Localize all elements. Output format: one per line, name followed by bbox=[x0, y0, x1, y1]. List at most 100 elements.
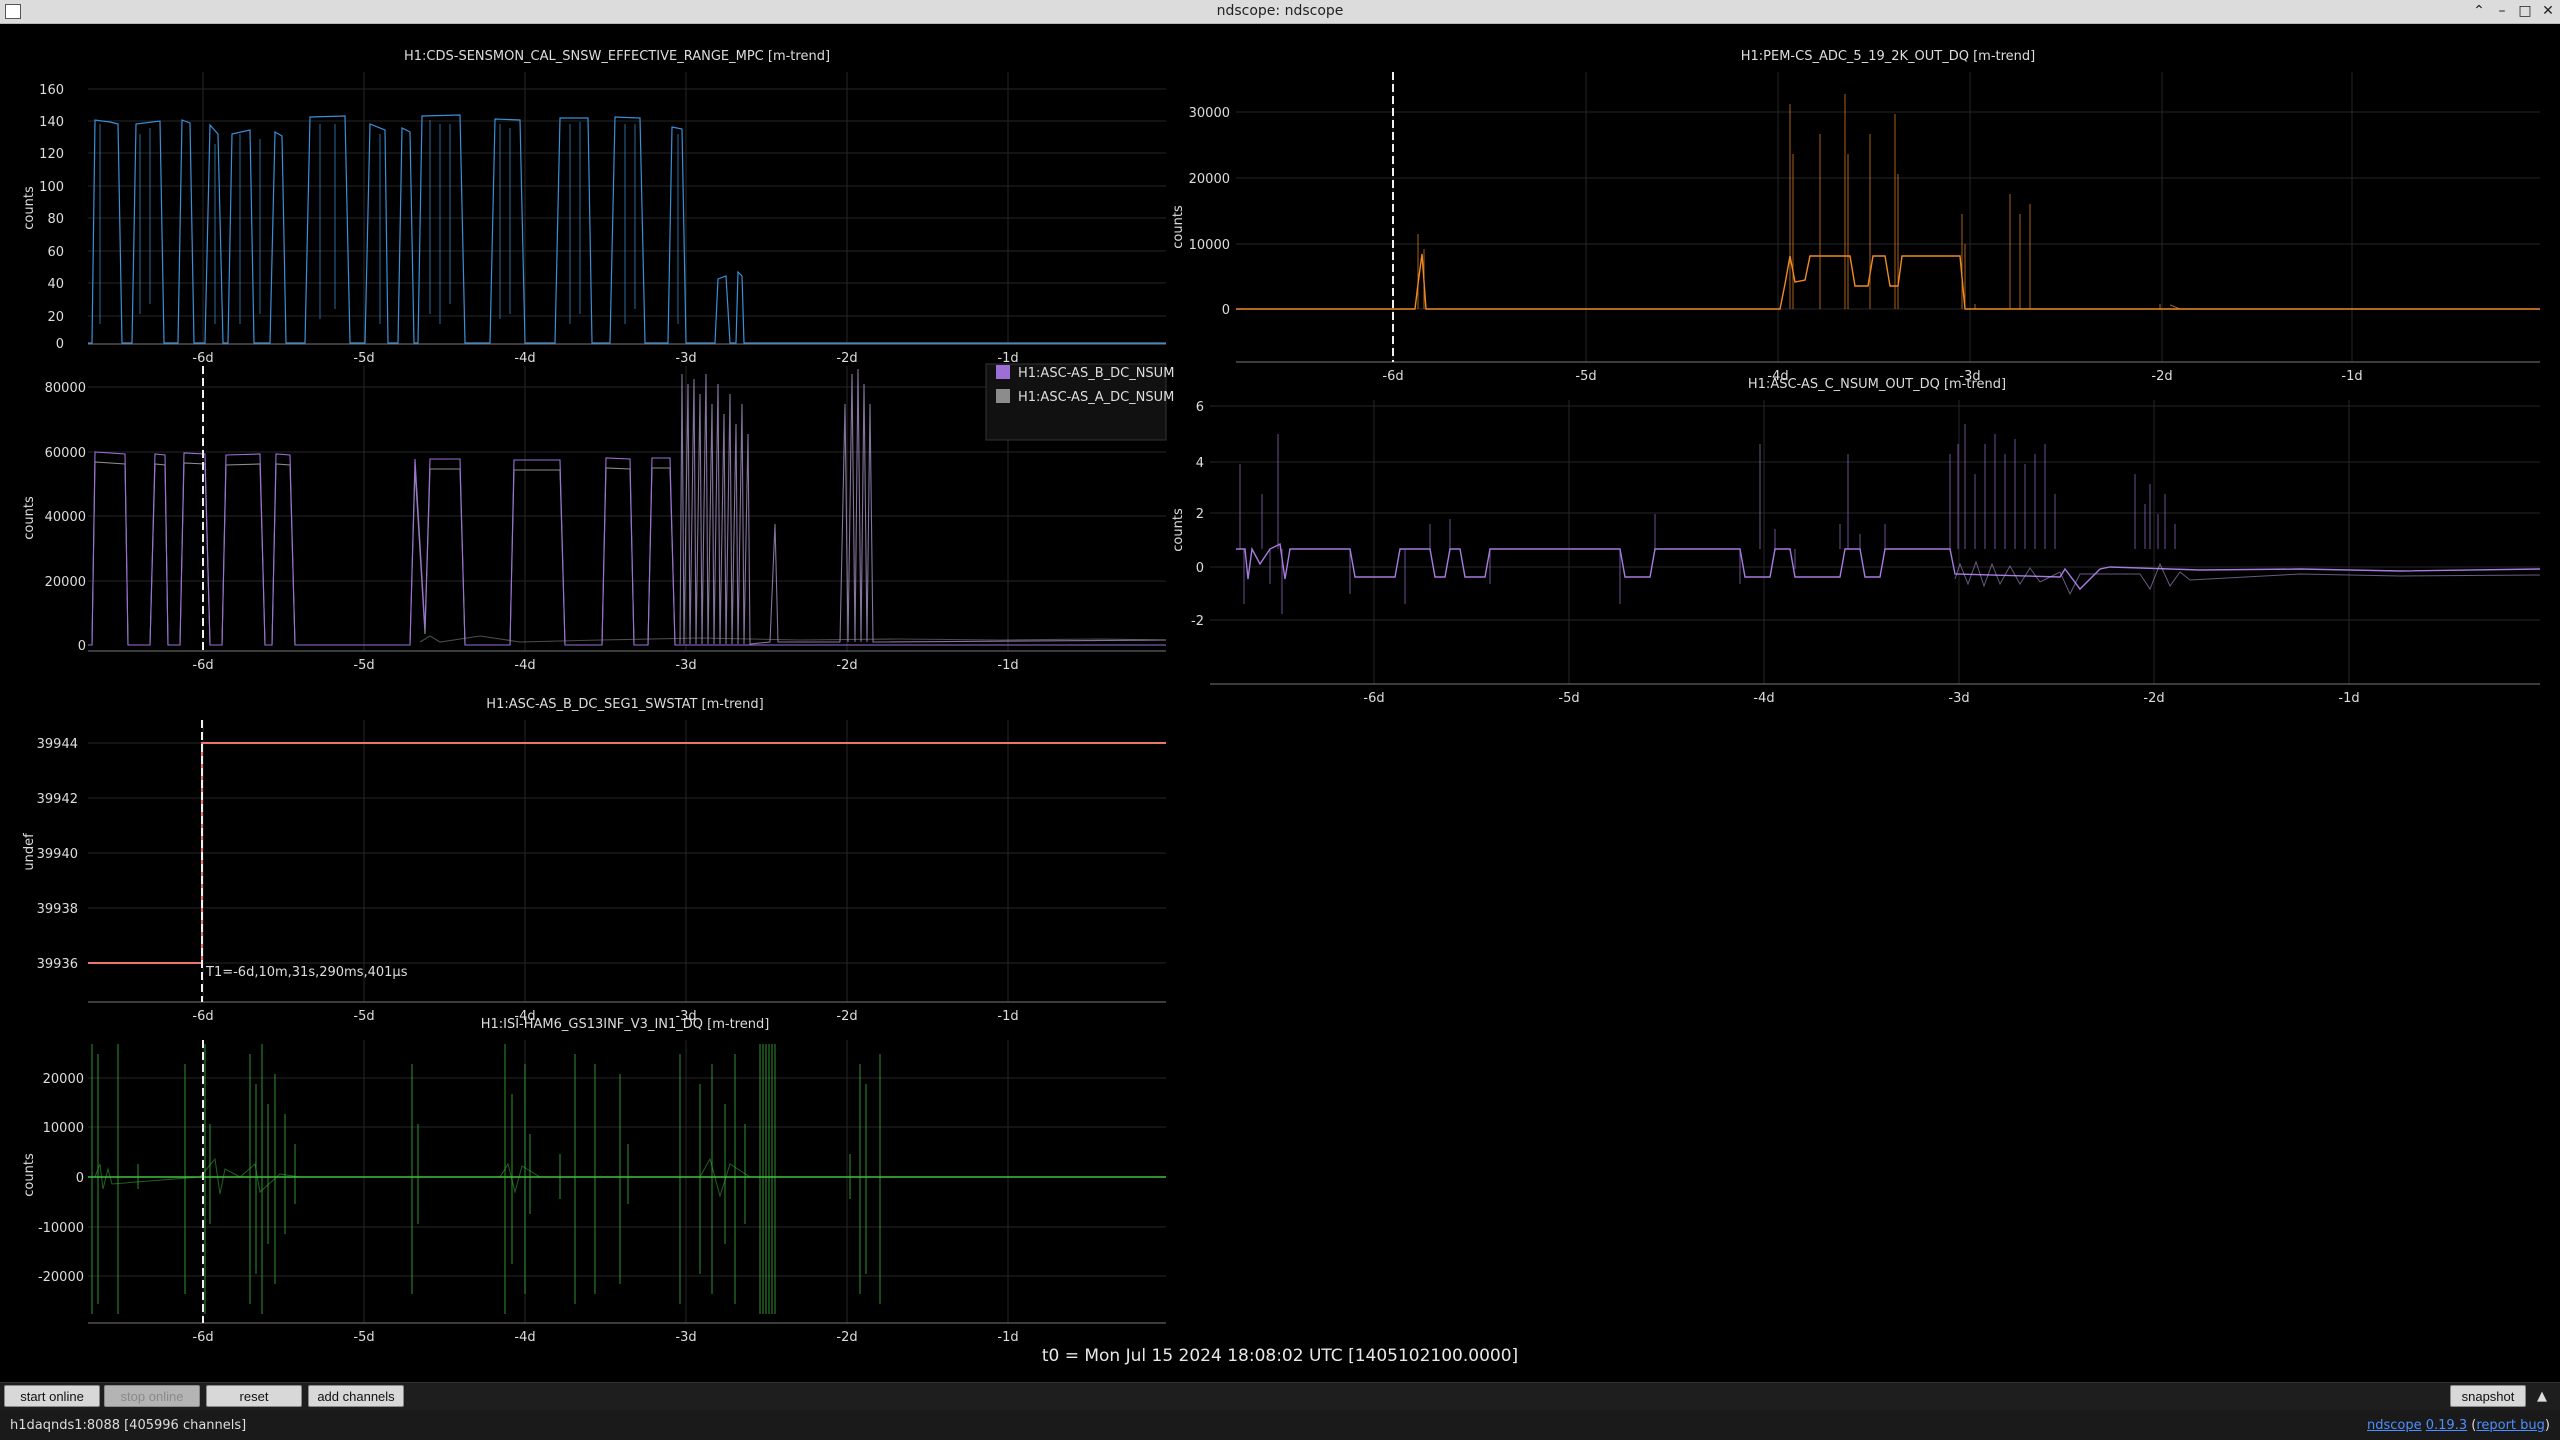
y-tick: 0 bbox=[56, 337, 64, 352]
reset-button[interactable]: reset bbox=[206, 1385, 302, 1407]
report-bug-link[interactable]: report bug bbox=[2476, 1418, 2545, 1433]
x-tick: -2d bbox=[2151, 369, 2172, 384]
x-tick: -5d bbox=[1575, 369, 1596, 384]
y-axis-label: undef bbox=[22, 833, 37, 871]
y-tick: 4 bbox=[1196, 456, 1204, 471]
cursor-t1-label: T1=-6d,10m,31s,290ms,401μs bbox=[205, 965, 408, 980]
x-tick: -1d bbox=[997, 1330, 1018, 1345]
plot-as-c-nsum[interactable]: H1:ASC-AS_C_NSUM_OUT_DQ [m-trend] counts… bbox=[1171, 377, 2540, 706]
y-tick: 80000 bbox=[45, 381, 86, 396]
y-tick: 80 bbox=[47, 212, 64, 227]
y-tick: 39938 bbox=[37, 902, 78, 917]
x-tick: -4d bbox=[1753, 691, 1774, 706]
x-tick: -2d bbox=[836, 1330, 857, 1345]
trace-effective-range bbox=[88, 114, 1166, 344]
plot-legend: H1:ASC-AS_B_DC_NSUM H1:ASC-AS_A_DC_NSUM bbox=[985, 363, 1174, 441]
window-up-icon[interactable]: ⌃ bbox=[2469, 1, 2489, 21]
x-tick: -1d bbox=[997, 1009, 1018, 1024]
x-tick: -3d bbox=[1948, 691, 1969, 706]
y-tick: 0 bbox=[78, 639, 86, 654]
legend-entry: H1:ASC-AS_B_DC_NSUM bbox=[1018, 366, 1174, 381]
stop-online-button[interactable]: stop online bbox=[104, 1385, 200, 1407]
y-tick: 20000 bbox=[1189, 172, 1230, 187]
expand-up-icon[interactable]: ▲ bbox=[2532, 1388, 2552, 1406]
y-tick: 6 bbox=[1196, 400, 1204, 415]
y-axis-label: counts bbox=[1171, 205, 1186, 249]
legend-entry: H1:ASC-AS_A_DC_NSUM bbox=[1018, 390, 1174, 405]
window-maximize-icon[interactable]: □ bbox=[2515, 1, 2535, 21]
y-tick: 20000 bbox=[43, 1072, 84, 1087]
x-tick: -6d bbox=[1382, 369, 1403, 384]
plot-as-dc-nsum[interactable]: counts 80000 60000 40000 20000 0 -6d -5d… bbox=[22, 363, 1174, 673]
start-online-button[interactable]: start online bbox=[4, 1385, 100, 1407]
y-tick: 40000 bbox=[45, 510, 86, 525]
x-tick: -6d bbox=[192, 1330, 213, 1345]
y-tick: 40 bbox=[47, 277, 64, 292]
window-titlebar: ndscope: ndscope ⌃ – □ ✕ bbox=[0, 0, 2560, 24]
y-tick: 140 bbox=[39, 115, 64, 130]
y-axis-label: counts bbox=[22, 496, 37, 540]
window-close-icon[interactable]: ✕ bbox=[2538, 1, 2558, 21]
x-tick: -2d bbox=[836, 1009, 857, 1024]
add-channels-button[interactable]: add channels bbox=[308, 1385, 404, 1407]
y-tick: 39942 bbox=[37, 792, 78, 807]
trace-isi-spikes bbox=[91, 1044, 881, 1314]
version-link[interactable]: 0.19.3 bbox=[2426, 1418, 2467, 1433]
y-axis-label: counts bbox=[1171, 508, 1186, 552]
status-bar: h1daqnds1:8088 [405996 channels] ndscope… bbox=[0, 1410, 2560, 1440]
y-axis-label: counts bbox=[22, 186, 37, 230]
cursor-t1[interactable] bbox=[201, 72, 1394, 1323]
window-minimize-icon[interactable]: – bbox=[2492, 1, 2512, 21]
plot-seg1-swstat[interactable]: H1:ASC-AS_B_DC_SEG1_SWSTAT [m-trend] und… bbox=[22, 697, 1166, 1024]
x-tick: -5d bbox=[353, 1330, 374, 1345]
plot-pem-adc[interactable]: H1:PEM-CS_ADC_5_19_2K_OUT_DQ [m-trend] c… bbox=[1171, 49, 2540, 384]
plot-title: H1:ISI-HAM6_GS13INF_V3_IN1_DQ [m-trend] bbox=[481, 1017, 770, 1032]
x-tick: -2d bbox=[2143, 691, 2164, 706]
y-tick: 2 bbox=[1196, 507, 1204, 522]
x-tick: -6d bbox=[192, 1009, 213, 1024]
x-tick: -3d bbox=[675, 1330, 696, 1345]
plot-area: H1:CDS-SENSMON_CAL_SNSW_EFFECTIVE_RANGE_… bbox=[0, 24, 2560, 1380]
y-tick: 0 bbox=[76, 1171, 84, 1186]
y-tick: 20000 bbox=[45, 575, 86, 590]
plot-effective-range[interactable]: H1:CDS-SENSMON_CAL_SNSW_EFFECTIVE_RANGE_… bbox=[22, 49, 1166, 366]
x-tick: -5d bbox=[1558, 691, 1579, 706]
y-tick: 60 bbox=[47, 245, 64, 260]
y-tick: 60000 bbox=[45, 446, 86, 461]
x-tick: -5d bbox=[353, 351, 374, 366]
x-tick: -3d bbox=[675, 351, 696, 366]
y-tick: 30000 bbox=[1189, 106, 1230, 121]
x-tick: -3d bbox=[675, 658, 696, 673]
window-title: ndscope: ndscope bbox=[1216, 3, 1344, 19]
x-tick: -2d bbox=[836, 658, 857, 673]
trace-pem-adc bbox=[1236, 253, 2540, 310]
x-tick: -5d bbox=[353, 1009, 374, 1024]
legend-swatch bbox=[996, 365, 1010, 379]
trace-as-c-spikes bbox=[1239, 424, 2176, 614]
plot-title: H1:CDS-SENSMON_CAL_SNSW_EFFECTIVE_RANGE_… bbox=[404, 49, 830, 64]
version-info: ndscope 0.19.3 (report bug) bbox=[2366, 1418, 2550, 1433]
plot-title: H1:PEM-CS_ADC_5_19_2K_OUT_DQ [m-trend] bbox=[1741, 49, 2036, 64]
snapshot-button[interactable]: snapshot bbox=[2450, 1385, 2526, 1407]
y-tick: 20 bbox=[47, 310, 64, 325]
x-tick: -6d bbox=[192, 351, 213, 366]
plot-isi-ham6[interactable]: H1:ISI-HAM6_GS13INF_V3_IN1_DQ [m-trend] … bbox=[22, 1017, 1166, 1345]
app-name-link[interactable]: ndscope bbox=[2367, 1418, 2422, 1433]
legend-swatch bbox=[996, 389, 1010, 403]
x-tick: -1d bbox=[2341, 369, 2362, 384]
y-tick: 0 bbox=[1222, 303, 1230, 318]
t0-label: t0 = Mon Jul 15 2024 18:08:02 UTC [14051… bbox=[1041, 1346, 1519, 1366]
x-tick: -4d bbox=[514, 658, 535, 673]
x-tick: -1d bbox=[2338, 691, 2359, 706]
x-tick: -4d bbox=[514, 351, 535, 366]
trace-as-b-nsum bbox=[88, 451, 1166, 646]
x-tick: -6d bbox=[1363, 691, 1384, 706]
x-tick: -1d bbox=[997, 658, 1018, 673]
y-tick: 160 bbox=[39, 83, 64, 98]
bottom-toolbar: start online stop online reset add chann… bbox=[0, 1382, 2560, 1411]
server-status: h1daqnds1:8088 [405996 channels] bbox=[10, 1418, 247, 1433]
x-tick: -5d bbox=[353, 658, 374, 673]
trace-pem-spikes bbox=[1417, 94, 2181, 310]
trace-as-a-nsum bbox=[88, 461, 1166, 646]
y-tick: 10000 bbox=[1189, 238, 1230, 253]
